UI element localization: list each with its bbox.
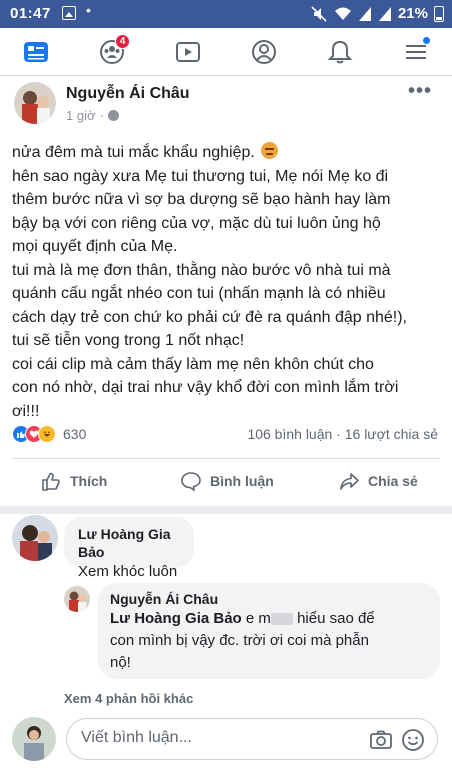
commenter-avatar[interactable] <box>12 515 58 561</box>
redacted-text <box>270 613 293 626</box>
post-line: cách dạy trẻ con chứ ko phải cứ đè ra qu… <box>12 308 407 326</box>
post-meta: 1 giờ · <box>66 108 119 123</box>
mute-icon <box>311 5 327 22</box>
post-line: nửa đêm mà tui mắc khẩu nghiệp. <box>12 141 444 165</box>
reply-bubble[interactable]: Nguyễn Ái Châu Lư Hoàng Gia Bảo e m hiểu… <box>98 583 440 679</box>
post-line: thêm bước nữa vì sợ ba dượng sẽ bạo hành… <box>12 191 391 208</box>
reaction-count: 630 <box>63 426 87 442</box>
comment-input[interactable] <box>81 729 361 747</box>
current-user-avatar <box>12 717 56 761</box>
reply-text-line: nộ! <box>110 654 131 671</box>
nav-menu[interactable] <box>398 36 434 68</box>
more-notifications-icon: • <box>86 2 91 18</box>
news-feed-icon <box>24 42 48 62</box>
share-label: Chia sẻ <box>368 473 418 489</box>
reply-mention[interactable]: Lư Hoàng Gia Bảo <box>110 610 242 627</box>
battery-percent: 21% <box>397 5 428 22</box>
commenter-name[interactable]: Lư Hoàng Gia Bảo <box>78 525 180 561</box>
groups-badge: 4 <box>115 34 130 49</box>
comment-bubble[interactable]: Lư Hoàng Gia Bảo Xem khóc luôn <box>64 517 194 580</box>
comment-icon <box>181 472 201 492</box>
post-line: ơi!!! <box>12 402 40 420</box>
divider <box>12 458 440 459</box>
status-bar: 01:47 • 21% <box>0 0 452 28</box>
post-author-name[interactable]: Nguyễn Ái Châu <box>66 85 190 103</box>
post-more-options-icon[interactable]: ••• <box>408 80 432 103</box>
post-line: quánh cấu ngắt nhéo con tui (nhấn mạnh l… <box>12 285 386 302</box>
battery-icon <box>434 5 444 22</box>
nav-profile[interactable] <box>246 36 282 68</box>
image-notification-icon <box>62 6 76 20</box>
like-button[interactable]: Thích <box>40 470 107 492</box>
camera-icon[interactable] <box>369 728 393 752</box>
globe-icon <box>107 110 119 121</box>
like-label: Thích <box>70 473 108 489</box>
haha-reaction-icon <box>38 425 56 443</box>
view-more-replies-link[interactable]: Xem 4 phản hồi khác <box>64 691 193 706</box>
post-body: nửa đêm mà tui mắc khẩu nghiệp. hên sao … <box>12 141 444 423</box>
post-actions: Thích Bình luận Chia sẻ <box>0 464 452 504</box>
status-time: 01:47 <box>10 5 51 22</box>
comment-share-stats[interactable]: 106 bình luận · 16 lượt chia sẻ <box>247 426 438 442</box>
reply-author-avatar[interactable] <box>64 586 90 612</box>
post-line: bậy bạ với con riêng của vợ, mặc dù tui … <box>12 214 381 232</box>
nav-notifications[interactable] <box>322 36 358 68</box>
wifi-icon <box>334 7 351 20</box>
angry-emoji-icon <box>261 142 279 159</box>
thumbs-up-icon <box>42 472 60 491</box>
nav-bar: 4 <box>0 28 452 76</box>
post-time[interactable]: 1 giờ <box>66 108 96 123</box>
signal-icon-2 <box>378 6 391 21</box>
emoji-icon[interactable] <box>401 728 425 752</box>
reply-text: Lư Hoàng Gia Bảo e m hiểu sao để <box>110 610 375 627</box>
signal-icon-1 <box>358 6 371 21</box>
comment-label: Bình luận <box>210 473 274 489</box>
comment-text: Xem khóc luôn <box>78 563 178 580</box>
post-line: con nó nhờ, dại trai như vậy khổ đời con… <box>12 379 399 396</box>
post-line: coi cái clip mà cảm thấy làm mẹ nên khôn… <box>12 355 374 373</box>
bell-icon <box>327 40 353 64</box>
reply-author-name[interactable]: Nguyễn Ái Châu <box>110 590 428 608</box>
write-comment-bar[interactable] <box>66 718 438 760</box>
nav-watch[interactable] <box>170 36 206 68</box>
section-separator <box>0 506 452 514</box>
post-line: mọi quyết định của Mẹ. <box>12 238 178 255</box>
menu-dot <box>422 36 431 45</box>
nav-groups[interactable]: 4 <box>94 34 130 68</box>
post-line: hên sao ngày xưa Mẹ tui thương tui, Mẹ n… <box>12 167 389 185</box>
post-line: tui sẽ tiễn vong trong 1 nốt nhạc! <box>12 332 245 349</box>
nav-news-feed[interactable] <box>18 36 54 68</box>
share-button[interactable]: Chia sẻ <box>338 470 418 492</box>
share-icon <box>340 473 359 490</box>
profile-icon <box>252 40 276 64</box>
reaction-summary[interactable]: 630 <box>12 423 86 445</box>
comment-button[interactable]: Bình luận <box>180 470 274 492</box>
post-line: tui mà là mẹ đơn thân, thằng nào bước vô… <box>12 261 391 279</box>
post-author-avatar[interactable] <box>14 82 56 124</box>
reply-text-line: con mình bị vậy đc. trời ơi coi mà phẫn <box>110 632 369 649</box>
watch-icon <box>176 42 200 62</box>
